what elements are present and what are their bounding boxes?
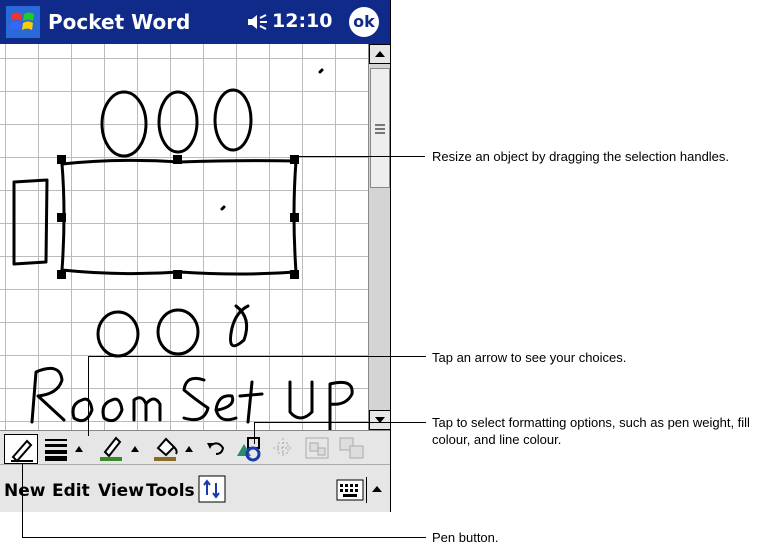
speaker-icon[interactable] xyxy=(246,12,268,32)
input-panel-arrow-icon[interactable] xyxy=(370,481,384,497)
clock[interactable]: 12:10 xyxy=(272,10,332,32)
callout-vline-pen xyxy=(22,464,23,538)
fill-colour-icon[interactable] xyxy=(150,434,180,462)
ok-button[interactable]: ok xyxy=(349,7,379,37)
callout-vline-arrow xyxy=(88,356,89,436)
ungroup-icon xyxy=(339,437,364,459)
title-bar: Pocket Word 12:10 ok xyxy=(0,0,390,44)
arrow-down-icon xyxy=(375,417,385,423)
arrow-up-icon xyxy=(375,51,385,57)
menu-bar: New Edit View Tools xyxy=(0,464,390,512)
line-weight-dropdown-arrow-icon[interactable] xyxy=(72,434,86,462)
line-colour-dropdown-arrow-icon[interactable] xyxy=(128,434,142,462)
pocket-pc-screen: Pocket Word 12:10 ok New Edit View Tools xyxy=(0,0,391,512)
line-weight-icon[interactable] xyxy=(42,434,70,462)
menu-tools[interactable]: Tools xyxy=(146,481,195,501)
vertical-scrollbar[interactable] xyxy=(368,44,390,430)
windows-start-icon[interactable] xyxy=(6,6,40,38)
menu-edit[interactable]: Edit xyxy=(52,481,90,501)
fill-colour-dropdown-arrow-icon[interactable] xyxy=(182,434,196,462)
callout-vline-format xyxy=(254,422,255,444)
callout-pen-text: Pen button. xyxy=(432,530,499,545)
menu-new[interactable]: New xyxy=(4,481,45,501)
callout-line-format xyxy=(254,422,426,423)
format-icon[interactable] xyxy=(234,434,264,462)
drawing-toolbar xyxy=(0,430,390,465)
scroll-thumb[interactable] xyxy=(370,68,390,188)
drawing-strokes xyxy=(12,68,354,430)
pen-button-icon[interactable] xyxy=(4,434,38,464)
callout-line-pen xyxy=(22,537,426,538)
keyboard-icon[interactable] xyxy=(336,479,364,501)
menu-separator xyxy=(366,477,367,503)
grip-icon xyxy=(375,124,385,134)
drawing-canvas[interactable] xyxy=(0,44,368,430)
line-colour-icon[interactable] xyxy=(96,434,126,462)
undo-icon[interactable] xyxy=(204,434,228,462)
scroll-down-button[interactable] xyxy=(369,410,390,430)
app-title: Pocket Word xyxy=(48,10,191,34)
scroll-up-button[interactable] xyxy=(369,44,390,64)
callout-arrow-text: Tap an arrow to see your choices. xyxy=(432,350,627,365)
menu-view[interactable]: View xyxy=(98,481,144,501)
group-icon xyxy=(305,437,329,459)
align-icon xyxy=(273,438,293,458)
callout-resize-text: Resize an object by dragging the selecti… xyxy=(432,149,730,164)
callout-format-text: Tap to select formatting options, such a… xyxy=(432,415,750,447)
callout-line-resize xyxy=(297,156,425,157)
callout-line-arrow xyxy=(88,356,426,357)
insert-mode-icon[interactable] xyxy=(198,475,226,503)
